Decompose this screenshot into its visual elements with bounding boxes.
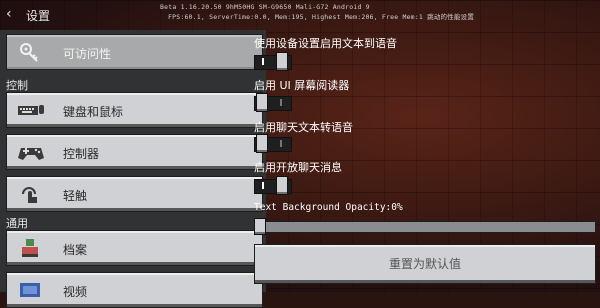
toggle-screen-reader[interactable] (254, 93, 292, 112)
sidebar-item-accessibility[interactable]: 可访问性 (6, 34, 263, 70)
setting-label-screen-reader: 启用 UI 屏幕阅读器 (254, 79, 350, 92)
toggle-knob (276, 176, 288, 195)
setting-label-device-tts: 使用设备设置启用文本到语音 (254, 37, 397, 50)
key-icon (17, 42, 45, 62)
sidebar-item-label: 档案 (63, 243, 88, 257)
gamepad-icon (17, 142, 45, 162)
sidebar-item-keyboard-mouse[interactable]: 键盘和鼠标 (6, 92, 263, 128)
setting-label-open-chat: 启用开放聊天消息 (254, 161, 342, 174)
toggle-knob (256, 93, 268, 112)
sidebar-item-label: 可访问性 (63, 47, 112, 61)
debug-info-line1: Beta 1.16.20.50 9hM50HG SM-G9650 Mali-G7… (160, 3, 370, 11)
toggle-knob (276, 52, 288, 71)
settings-content: 使用设备设置启用文本到语音 启用 UI 屏幕阅读器 启用聊天文本转语音 启用开放… (248, 30, 600, 292)
profile-icon (17, 238, 45, 258)
header-bar: ‹ 设置 Beta 1.16.20.50 9hM50HG SM-G9650 Ma… (0, 0, 600, 30)
toggle-knob (256, 134, 268, 153)
toggle-off-mark (280, 99, 282, 106)
slider-track (254, 221, 596, 233)
opacity-slider[interactable] (254, 218, 596, 235)
opacity-label: Text Background Opacity:0% (254, 202, 403, 213)
page-title: 设置 (26, 9, 51, 23)
sidebar-item-controller[interactable]: 控制器 (6, 134, 263, 170)
sidebar-item-touch[interactable]: 轻触 (6, 176, 263, 212)
sidebar-item-profile[interactable]: 档案 (6, 230, 263, 266)
toggle-device-tts[interactable] (254, 52, 292, 71)
toggle-on-mark (262, 58, 264, 65)
settings-sidebar: 可访问性 控制 键盘和鼠标 控制器 轻触 通用 档案 视频 (0, 30, 266, 308)
sidebar-item-video[interactable]: 视频 (6, 272, 263, 308)
toggle-chat-tts[interactable] (254, 134, 292, 153)
back-button[interactable]: ‹ (6, 6, 12, 22)
keyboard-icon (17, 100, 45, 120)
reset-to-default-button[interactable]: 重置为默认值 (254, 244, 596, 284)
toggle-on-mark (262, 182, 264, 189)
touch-icon (17, 184, 45, 204)
slider-knob[interactable] (254, 218, 266, 235)
toggle-off-mark (280, 140, 282, 147)
setting-label-chat-tts: 启用聊天文本转语音 (254, 121, 353, 134)
debug-info-line2: FPS:60.1, ServerTime:0.0, Mem:195, Highe… (168, 13, 475, 21)
sidebar-item-label: 键盘和鼠标 (63, 105, 124, 119)
toggle-open-chat[interactable] (254, 176, 292, 195)
section-label-general: 通用 (6, 217, 28, 230)
video-icon (17, 280, 45, 300)
sidebar-item-label: 控制器 (63, 147, 100, 161)
sidebar-item-label: 轻触 (63, 189, 88, 203)
section-label-control: 控制 (6, 79, 28, 92)
